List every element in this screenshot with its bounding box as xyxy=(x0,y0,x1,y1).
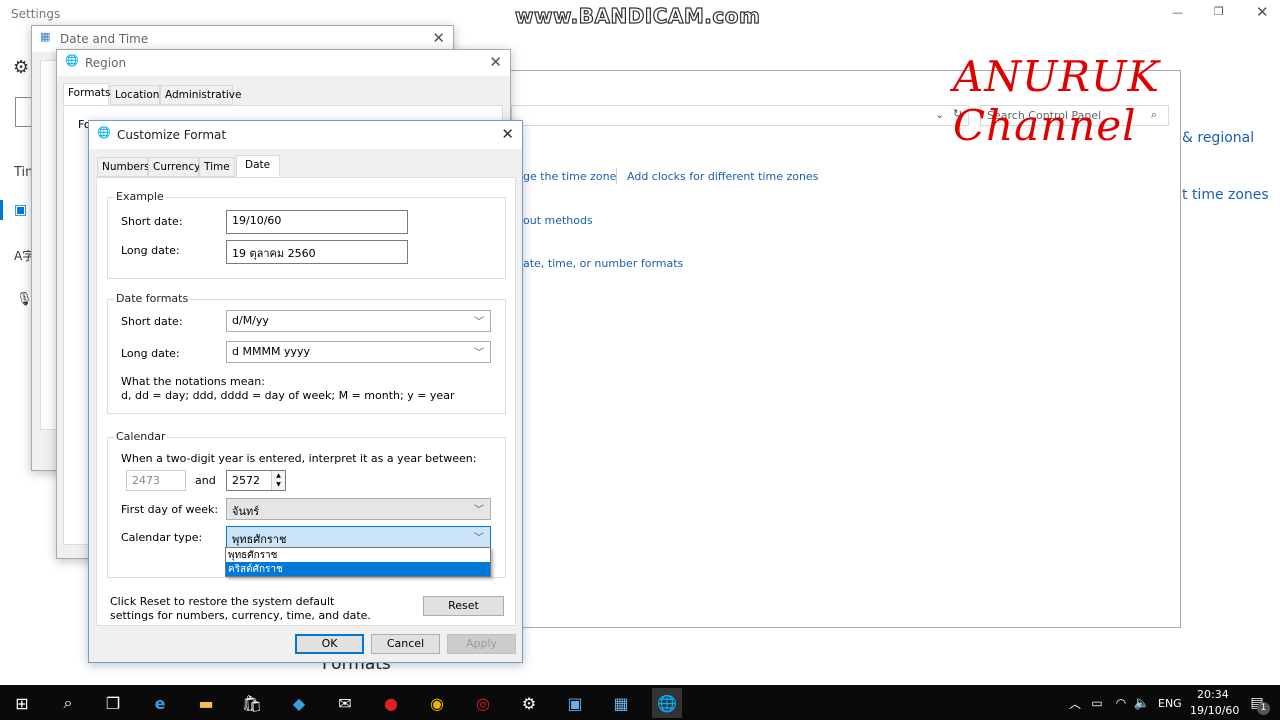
tab-numbers[interactable]: Numbers xyxy=(97,157,150,177)
settings-icon[interactable]: ⚙ xyxy=(514,688,544,718)
input-methods-link[interactable]: out methods xyxy=(523,214,593,227)
close-icon[interactable]: ✕ xyxy=(501,125,514,143)
date-formats-group: Date formats Short date: d/M/yy ﹀ Long da… xyxy=(107,292,506,414)
close-icon[interactable]: ✕ xyxy=(489,53,502,71)
close-icon[interactable]: ✕ xyxy=(432,29,445,47)
short-date-label: Short date: xyxy=(121,215,183,228)
tab-date[interactable]: Date xyxy=(236,155,280,177)
language-indicator[interactable]: ENG xyxy=(1158,697,1182,710)
group-label: Example xyxy=(114,190,166,203)
mail-icon[interactable]: ✉ xyxy=(330,688,360,718)
notation-title: What the notations mean: xyxy=(121,375,265,388)
task-view-icon[interactable]: ❐ xyxy=(98,688,128,718)
clock-time[interactable]: 20:34 xyxy=(1197,688,1229,701)
first-day-label: First day of week: xyxy=(121,503,219,516)
long-date-label: Long date: xyxy=(121,347,180,360)
window-title: Date and Time xyxy=(60,32,149,46)
group-label: Calendar xyxy=(114,430,168,443)
long-date-example: 19 ตุลาคม 2560 xyxy=(226,240,408,264)
address-dropdown-icon[interactable]: ⌄ xyxy=(935,108,944,121)
year-spinner[interactable]: ▲ ▼ xyxy=(271,471,285,490)
selected-value: พุทธศักราช xyxy=(232,533,287,546)
example-group: Example Short date: 19/10/60 Long date: … xyxy=(107,190,506,279)
change-formats-link[interactable]: ate, time, or number formats xyxy=(523,257,683,270)
search-icon[interactable]: ⌕ xyxy=(53,688,83,718)
volume-icon[interactable]: 🔈 xyxy=(1127,688,1157,718)
window-title: Region xyxy=(85,56,127,70)
control-panel-window: ⌄ ↻ Search Control Panel ⌕ ge the time z… xyxy=(510,70,1181,628)
gear-icon[interactable]: ⚙ xyxy=(13,57,29,78)
app-icon[interactable]: ◆ xyxy=(284,688,314,718)
notification-count: 1 xyxy=(1257,702,1270,715)
file-explorer-icon[interactable]: ▬ xyxy=(191,688,221,718)
region-icon[interactable]: 🌐 xyxy=(652,688,682,718)
reset-button[interactable]: Reset xyxy=(423,596,504,616)
clock-date[interactable]: 19/10/60 xyxy=(1190,704,1239,717)
record-icon[interactable]: ◎ xyxy=(468,688,498,718)
chrome-icon[interactable]: ◉ xyxy=(422,688,452,718)
option-buddhist[interactable]: พุทธศักราช xyxy=(226,548,490,562)
tab-location[interactable]: Location xyxy=(110,85,160,105)
bandicam-icon[interactable]: ● xyxy=(376,688,406,718)
group-label: Date formats xyxy=(114,292,191,305)
and-label: and xyxy=(195,474,216,487)
ok-button[interactable]: OK xyxy=(295,634,364,654)
short-date-format-select[interactable]: d/M/yy ﹀ xyxy=(226,310,491,332)
two-digit-year-label: When a two-digit year is entered, interp… xyxy=(121,452,477,465)
long-date-format-select[interactable]: d MMMM yyyy ﹀ xyxy=(226,341,491,363)
long-date-label: Long date: xyxy=(121,244,180,257)
tab-administrative[interactable]: Administrative xyxy=(160,85,241,105)
chevron-down-icon: ﹀ xyxy=(474,317,484,328)
calendar-type-select[interactable]: พุทธศักราช ﹀ xyxy=(226,526,491,548)
settings-title: Settings xyxy=(11,7,61,21)
add-clocks-link[interactable]: Add clocks for different time zones xyxy=(627,170,818,183)
globe-icon: 🌐 xyxy=(65,54,79,67)
date-tab-panel: Example Short date: 19/10/60 Long date: … xyxy=(96,177,516,626)
edge-icon[interactable]: e xyxy=(145,688,175,718)
date-time-icon: ▦ xyxy=(40,30,51,43)
from-year-input: 2473 xyxy=(126,470,186,491)
globe-icon: 🌐 xyxy=(97,126,111,139)
channel-logo: ANURUK Channel xyxy=(953,52,1160,150)
tab-currency[interactable]: Currency xyxy=(148,157,200,177)
chevron-down-icon: ﹀ xyxy=(474,533,484,544)
control-panel-icon[interactable]: ▣ xyxy=(560,688,590,718)
change-time-zone-link[interactable]: ge the time zone xyxy=(523,170,616,183)
time-zones-link[interactable]: t time zones xyxy=(1182,187,1269,203)
short-date-label: Short date: xyxy=(121,315,183,328)
selected-value: d/M/yy xyxy=(232,314,269,327)
minimize-button[interactable]: — xyxy=(1172,6,1183,19)
tab-time[interactable]: Time xyxy=(199,157,235,177)
cancel-button[interactable]: Cancel xyxy=(371,634,440,654)
calendar-icon[interactable]: ▣ xyxy=(14,202,27,218)
apply-button[interactable]: Apply xyxy=(447,634,516,654)
selected-value: d MMMM yyyy xyxy=(232,345,310,358)
calendar-type-options: พุทธศักราช คริสต์ศักราช xyxy=(225,547,491,577)
tab-formats[interactable]: Formats xyxy=(63,83,110,105)
dialog-title: Customize Format xyxy=(117,128,227,142)
store-icon[interactable]: 🛍 xyxy=(237,688,267,718)
restore-button[interactable]: ❐ xyxy=(1214,5,1224,18)
reset-description: Click Reset to restore the system defaul… xyxy=(110,595,371,622)
close-button[interactable]: ✕ xyxy=(1256,3,1269,21)
notation-text: d, dd = day; ddd, dddd = day of week; M … xyxy=(121,389,455,402)
selected-value: จันทร์ xyxy=(232,505,260,518)
first-day-of-week-select[interactable]: จันทร์ ﹀ xyxy=(226,498,491,520)
chevron-down-icon: ﹀ xyxy=(474,348,484,359)
option-gregorian[interactable]: คริสต์ศักราช xyxy=(226,562,490,576)
bandicam-watermark: www.BANDICAM.com xyxy=(514,3,761,28)
chevron-down-icon: ﹀ xyxy=(474,505,484,516)
customize-format-dialog: 🌐 Customize Format ✕ Numbers Currency Time… xyxy=(88,120,523,663)
start-button[interactable]: ⊞ xyxy=(7,688,37,718)
short-date-example: 19/10/60 xyxy=(226,210,408,234)
calendar-type-label: Calendar type: xyxy=(121,531,203,544)
date-time-icon[interactable]: ▦ xyxy=(606,688,636,718)
